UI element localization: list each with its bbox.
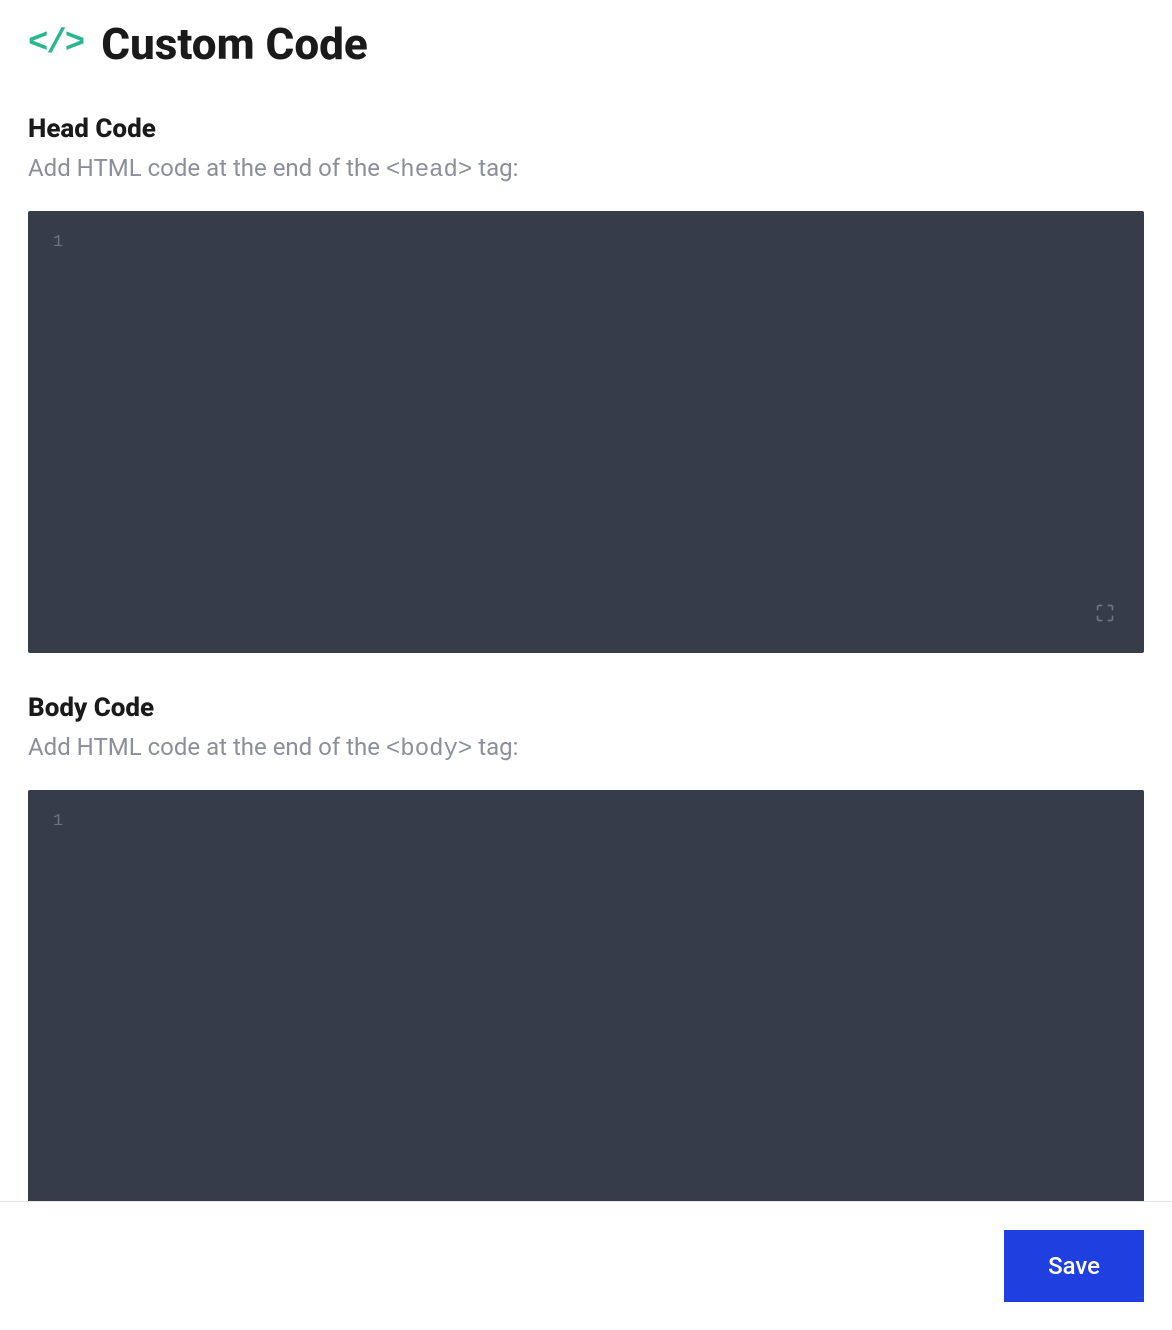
body-description-pre: Add HTML code at the end of the xyxy=(28,733,386,761)
body-code-editor: 1 xyxy=(28,790,1144,1232)
body-description-post: tag: xyxy=(472,733,518,761)
fullscreen-icon xyxy=(1095,603,1115,626)
body-line-number: 1 xyxy=(28,808,88,835)
head-code-section: Head Code Add HTML code at the end of th… xyxy=(28,114,1144,653)
head-code-input[interactable] xyxy=(88,229,1144,635)
page-header: </> Custom Code xyxy=(28,22,1144,66)
body-code-input[interactable] xyxy=(88,808,1144,1214)
save-button[interactable]: Save xyxy=(1004,1230,1144,1302)
head-fullscreen-button[interactable] xyxy=(1090,599,1120,629)
page-title: Custom Code xyxy=(101,22,368,66)
body-line-gutter: 1 xyxy=(28,808,88,1214)
footer-bar: Save xyxy=(0,1201,1172,1330)
head-code-title: Head Code xyxy=(28,114,1144,144)
body-code-title: Body Code xyxy=(28,693,1144,723)
head-line-gutter: 1 xyxy=(28,229,88,635)
body-code-section: Body Code Add HTML code at the end of th… xyxy=(28,693,1144,1232)
head-code-editor: 1 xyxy=(28,211,1144,653)
head-line-number: 1 xyxy=(28,229,88,256)
head-description-post: tag: xyxy=(472,154,518,182)
head-code-description: Add HTML code at the end of the <head> t… xyxy=(28,150,1144,189)
head-description-tag: <head> xyxy=(386,157,472,184)
code-icon: </> xyxy=(28,27,83,61)
body-description-tag: <body> xyxy=(386,736,472,763)
body-code-description: Add HTML code at the end of the <body> t… xyxy=(28,729,1144,768)
head-description-pre: Add HTML code at the end of the xyxy=(28,154,386,182)
